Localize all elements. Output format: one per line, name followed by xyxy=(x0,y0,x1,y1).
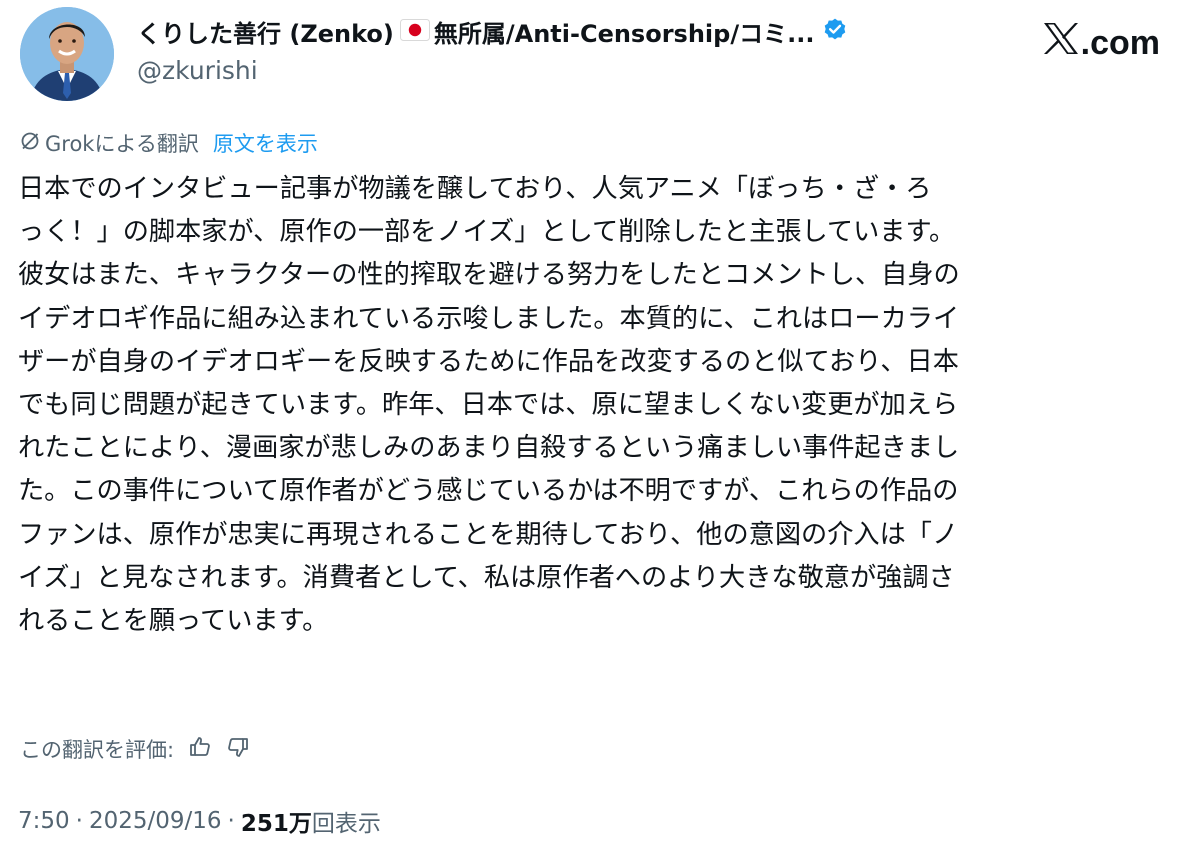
profile-photo xyxy=(20,7,114,101)
author-display-name[interactable]: くりした善行 (Zenko) xyxy=(137,14,394,49)
rate-translation-row: この翻訳を評価: xyxy=(20,734,250,764)
tweet-date[interactable]: 2025/09/16 xyxy=(89,808,222,834)
verified-badge-icon[interactable] xyxy=(822,17,848,47)
tweet-text-line: 彼女はまた、キャラクターの性的搾取を避ける努力をしたとコメントし、自身の xyxy=(18,260,960,291)
meta-separator: · xyxy=(227,808,235,834)
japan-flag-icon xyxy=(399,18,430,45)
tweet-meta: 7:50 · 2025/09/16 · 251万 回表示 xyxy=(18,804,381,838)
tweet-text-line: イデオロギ作品に組み込まれている示唆しました。本質的に、これはローカライ xyxy=(18,303,960,334)
tweet-text-line: た。この事件について原作者がどう感じているかは不明ですが、これらの作品の xyxy=(18,476,959,507)
x-logo-icon xyxy=(1043,22,1079,64)
translation-bar: Grokによる翻訳 原文を表示 xyxy=(20,128,318,158)
brand-logo: .com xyxy=(1043,22,1160,64)
grok-icon xyxy=(20,131,40,156)
meta-separator: · xyxy=(75,808,83,834)
views-label: 回表示 xyxy=(311,811,381,837)
author-display-name-suffix[interactable]: 無所属/Anti-Censorship/コミ... xyxy=(434,14,815,49)
thumbs-down-icon[interactable] xyxy=(226,735,250,764)
tweet-text-line: れることを願っています。 xyxy=(18,605,329,636)
avatar[interactable] xyxy=(20,7,114,101)
tweet-text-line: ファンは、原作が忠実に再現されることを期待しており、他の意図の介入は「ノ xyxy=(18,519,959,550)
tweet-text-line: っく！」の脚本家が、原作の一部をノイズ」として削除したと主張しています。 xyxy=(18,217,956,248)
author-name-row[interactable]: くりした善行 (Zenko) 無所属/Anti-Censorship/コミ... xyxy=(137,14,848,49)
tweet-time[interactable]: 7:50 xyxy=(18,808,70,834)
author-handle[interactable]: @zkurishi xyxy=(137,56,258,85)
views-count: 251万 xyxy=(240,811,312,837)
brand-domain: .com xyxy=(1080,23,1160,62)
rate-translation-label: この翻訳を評価: xyxy=(20,738,175,762)
tweet-text-line: 日本でのインタビュー記事が物議を醸しており、人気アニメ「ぼっち・ざ・ろ xyxy=(18,174,932,204)
tweet-text-line: でも同じ問題が起きています。昨年、日本では、原に望ましくない変更が加えら xyxy=(18,389,959,420)
thumbs-up-icon[interactable] xyxy=(188,735,212,764)
tweet-text-line: ザーが自身のイデオロギーを反映するために作品を改変するのと似ており、日本 xyxy=(18,346,959,377)
tweet-text-line: イズ」と見なされます。消費者として、私は原作者へのより大きな敬意が強調さ xyxy=(18,562,955,593)
show-original-link[interactable]: 原文を表示 xyxy=(213,128,318,158)
tweet-header: くりした善行 (Zenko) 無所属/Anti-Censorship/コミ...… xyxy=(0,0,1200,110)
translation-label: Grokによる翻訳 xyxy=(45,132,199,156)
tweet-text-line: れたことにより、漫画家が悲しみのあまり自殺するという痛ましい事件起きまし xyxy=(18,433,960,464)
tweet-text: 日本でのインタビュー記事が物議を醸しており、人気アニメ「ぼっち・ざ・ろ っく！」… xyxy=(18,168,1183,643)
